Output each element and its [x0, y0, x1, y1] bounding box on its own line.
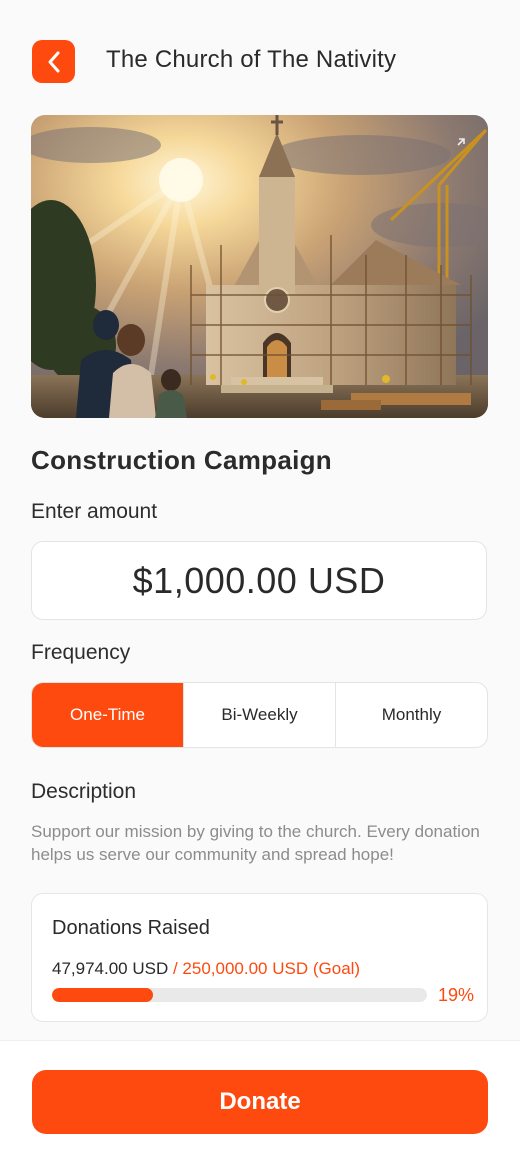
description-text: Support our mission by giving to the chu… — [31, 822, 480, 864]
description-label: Description — [31, 780, 137, 803]
frequency-selector: One-Time Bi-Weekly Monthly — [31, 682, 488, 748]
frequency-option-bi-weekly[interactable]: Bi-Weekly — [183, 683, 335, 747]
back-button[interactable] — [32, 40, 75, 83]
church-construction-illustration — [31, 115, 488, 418]
header: The Church of The Nativity — [0, 0, 520, 120]
donations-amounts: 47,974.00 USD / 250,000.00 USD (Goal) — [52, 959, 360, 979]
donations-card: Donations Raised 47,974.00 USD / 250,000… — [31, 893, 488, 1022]
progress-percent: 19% — [437, 985, 474, 1005]
footer: Donate — [0, 1040, 520, 1165]
frequency-label: Frequency — [31, 641, 131, 664]
donate-button[interactable]: Donate — [32, 1070, 488, 1134]
goal-amount: / 250,000.00 USD (Goal) — [172, 959, 361, 978]
expand-icon[interactable] — [450, 137, 466, 153]
amount-label: Enter amount — [31, 500, 158, 523]
donations-title: Donations Raised — [52, 917, 210, 939]
raised-amount: 47,974.00 USD — [52, 959, 169, 978]
screen: The Church of The Nativity Construction … — [0, 0, 520, 1165]
page-title: The Church of The Nativity — [106, 46, 397, 73]
progress-fill — [52, 988, 154, 1002]
progress-bar — [52, 988, 427, 1002]
chevron-left-icon — [48, 51, 59, 72]
amount-input[interactable]: $1,000.00 USD — [31, 541, 487, 620]
frequency-option-monthly[interactable]: Monthly — [335, 683, 487, 747]
campaign-title: Construction Campaign — [31, 445, 332, 475]
hero-image — [31, 115, 488, 418]
frequency-option-one-time[interactable]: One-Time — [32, 683, 183, 747]
